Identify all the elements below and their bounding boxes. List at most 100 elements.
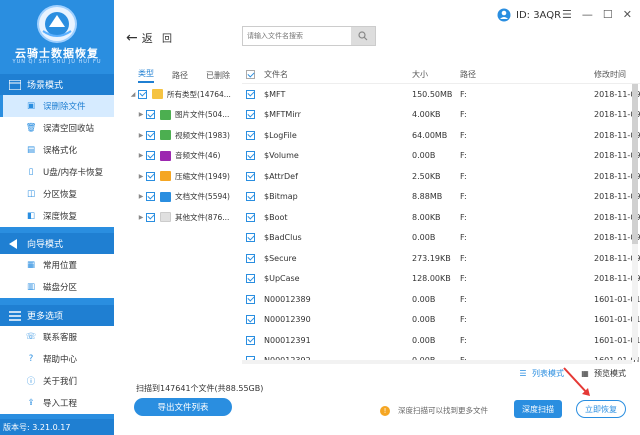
sidebar-item-common-locations[interactable]: ▦ 常用位置 xyxy=(0,254,114,276)
sidebar-item-format[interactable]: ▤ 误格式化 xyxy=(0,139,114,161)
archive-icon xyxy=(160,171,171,182)
expand-icon[interactable]: ▶ xyxy=(136,152,146,159)
user-info[interactable]: ID: 3AQR xyxy=(497,8,561,22)
expand-icon[interactable]: ▶ xyxy=(136,214,146,221)
tree-label: 压缩文件(1949) xyxy=(175,171,230,181)
sidebar-item-usb[interactable]: ▯ U盘/内存卡恢复 xyxy=(0,161,114,183)
tree-label: 视频文件(1983) xyxy=(175,130,230,140)
row-checkbox[interactable] xyxy=(246,130,255,140)
table-row[interactable]: N000123890.00BF:1601-01-01 0 xyxy=(242,289,640,310)
col-size[interactable]: 大小 xyxy=(412,69,460,80)
row-checkbox[interactable] xyxy=(246,89,255,99)
checkbox[interactable] xyxy=(146,130,155,140)
sidebar-item-contact[interactable]: ☏ 联系客服 xyxy=(0,326,114,348)
row-checkbox[interactable] xyxy=(246,233,255,243)
collapse-icon[interactable]: ◢ xyxy=(128,91,138,98)
table-row[interactable]: $BadClus0.00BF:2018-11-09 C xyxy=(242,228,640,249)
sidebar-item-label: 关于我们 xyxy=(43,377,78,387)
table-row[interactable]: $Boot8.00KBF:2018-11-09 C xyxy=(242,207,640,228)
settings-icon[interactable]: ☰ xyxy=(562,8,572,21)
row-checkbox[interactable] xyxy=(246,192,255,202)
table-row[interactable]: $Bitmap8.88MBF:2018-11-09 C xyxy=(242,187,640,208)
row-checkbox[interactable] xyxy=(246,294,255,304)
table-row[interactable]: N000123900.00BF:1601-01-01 0 xyxy=(242,310,640,331)
checkbox[interactable] xyxy=(146,212,155,222)
row-checkbox[interactable] xyxy=(246,151,255,161)
table-row[interactable]: $Volume0.00BF:2018-11-09 C xyxy=(242,146,640,167)
sidebar-item-about[interactable]: ⓘ 关于我们 xyxy=(0,370,114,392)
sidebar-item-deleted-files[interactable]: ▣ 误删除文件 xyxy=(0,95,114,117)
tree-item-archive[interactable]: ▶ 压缩文件(1949) xyxy=(128,166,242,187)
section-label: 更多选项 xyxy=(27,312,64,322)
app-subtitle: YUN QI SHI SHU JU HUI FU xyxy=(12,59,102,65)
expand-icon[interactable]: ▶ xyxy=(136,111,146,118)
file-delete-icon: ▣ xyxy=(26,101,36,111)
back-button[interactable]: ← 返 xyxy=(126,30,153,46)
tree-item-other[interactable]: ▶ 其他文件(876... xyxy=(128,207,242,228)
col-path[interactable]: 路径 xyxy=(460,69,594,80)
search-input[interactable] xyxy=(243,27,351,45)
tree-item-video[interactable]: ▶ 视频文件(1983) xyxy=(128,125,242,146)
sidebar-item-label: 联系客服 xyxy=(43,333,78,343)
table-row[interactable]: $AttrDef2.50KBF:2018-11-09 C xyxy=(242,166,640,187)
table-row[interactable]: $Secure273.19KBF:2018-11-09 C xyxy=(242,248,640,269)
file-path: F: xyxy=(460,253,467,263)
sidebar-item-help[interactable]: ? 帮助中心 xyxy=(0,348,114,370)
row-checkbox[interactable] xyxy=(246,315,255,325)
checkbox[interactable] xyxy=(146,110,155,120)
tab-type[interactable]: 类型 xyxy=(138,68,154,83)
location-icon: ▦ xyxy=(26,260,36,270)
export-list-button[interactable]: 导出文件列表 xyxy=(134,398,232,416)
search-button[interactable] xyxy=(351,27,375,45)
expand-icon[interactable]: ▶ xyxy=(136,193,146,200)
sidebar-item-recycle-bin[interactable]: 🗑 误清空回收站 xyxy=(0,117,114,139)
tab-path[interactable]: 路径 xyxy=(172,70,188,81)
row-checkbox[interactable] xyxy=(246,335,255,345)
row-checkbox[interactable] xyxy=(246,171,255,181)
home-button[interactable]: 回 xyxy=(162,30,172,45)
row-checkbox[interactable] xyxy=(246,274,255,284)
close-icon[interactable]: ✕ xyxy=(623,8,632,21)
row-checkbox[interactable] xyxy=(246,253,255,263)
tree-item-documents[interactable]: ▶ 文档文件(5594) xyxy=(128,187,242,208)
checkbox[interactable] xyxy=(146,171,155,181)
expand-icon[interactable]: ▶ xyxy=(136,173,146,180)
section-more-options: 更多选项 xyxy=(0,305,114,326)
sidebar-item-disk-partition[interactable]: ▥ 磁盘分区 xyxy=(0,276,114,298)
table-row[interactable]: N000123910.00BF:1601-01-01 0 xyxy=(242,330,640,351)
table-header: 文件名 大小 路径 修改时间 xyxy=(242,66,640,84)
row-checkbox[interactable] xyxy=(246,110,255,120)
table-row[interactable]: $MFT150.50MBF:2018-11-09 C xyxy=(242,84,640,105)
checkbox[interactable] xyxy=(138,89,147,99)
sidebar-item-deep[interactable]: ◧ 深度恢复 xyxy=(0,205,114,227)
vertical-scrollbar[interactable] xyxy=(632,84,638,360)
section-wizard-mode: 向导模式 xyxy=(0,233,114,254)
table-row[interactable]: $LogFile64.00MBF:2018-11-09 C xyxy=(242,125,640,146)
col-date[interactable]: 修改时间 xyxy=(594,69,640,80)
tab-deleted[interactable]: 已删除 xyxy=(206,70,230,81)
table-row[interactable]: $MFTMirr4.00KBF:2018-11-09 C xyxy=(242,105,640,126)
info-icon: ! xyxy=(380,405,390,416)
col-name[interactable]: 文件名 xyxy=(264,69,412,80)
file-size: 273.19KB xyxy=(412,253,451,263)
select-all-checkbox[interactable] xyxy=(246,70,255,79)
list-view-button[interactable]: ☰ 列表模式 xyxy=(518,368,564,379)
expand-icon[interactable]: ▶ xyxy=(136,132,146,139)
scroll-thumb[interactable] xyxy=(632,84,638,244)
checkbox[interactable] xyxy=(146,151,155,161)
sidebar-item-import[interactable]: ⇪ 导入工程 xyxy=(0,392,114,414)
tree-item-images[interactable]: ▶ 图片文件(504... xyxy=(128,105,242,126)
table-row[interactable]: $UpCase128.00KBF:2018-11-09 C xyxy=(242,269,640,290)
row-checkbox[interactable] xyxy=(246,212,255,222)
sidebar-item-partition[interactable]: ◫ 分区恢复 xyxy=(0,183,114,205)
file-name: $Volume xyxy=(264,151,299,161)
tree-root[interactable]: ◢ 所有类型(14764... xyxy=(128,84,242,105)
checkbox[interactable] xyxy=(146,192,155,202)
tree-item-audio[interactable]: ▶ 音频文件(46) xyxy=(128,146,242,167)
deep-icon: ◧ xyxy=(26,211,36,221)
minimize-icon[interactable]: — xyxy=(582,8,593,21)
maximize-icon[interactable]: ☐ xyxy=(603,8,613,21)
file-name: $UpCase xyxy=(264,274,300,284)
deep-scan-button[interactable]: 深度扫描 xyxy=(514,400,562,418)
document-icon xyxy=(160,191,171,202)
